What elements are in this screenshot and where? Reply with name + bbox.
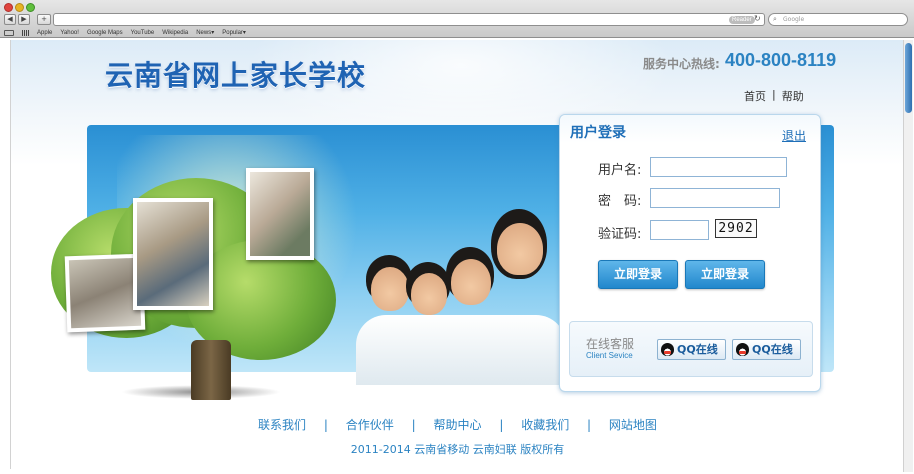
username-label: 用户名: xyxy=(598,163,642,178)
hotline-label: 服务中心热线: xyxy=(643,57,720,71)
zoom-window-icon[interactable] xyxy=(26,3,35,12)
search-field[interactable]: ⌕ Google xyxy=(768,13,908,26)
bookmark-news[interactable]: News▾ xyxy=(196,29,214,36)
scroll-thumb[interactable] xyxy=(905,43,912,113)
search-icon: ⌕ xyxy=(773,15,777,23)
hotline-number: 400-800-8119 xyxy=(725,50,837,70)
captcha-label: 验证码: xyxy=(598,227,642,242)
vertical-scrollbar[interactable] xyxy=(903,40,913,472)
password-field[interactable] xyxy=(650,188,780,208)
footer-separator: | xyxy=(499,418,504,432)
back-arrow-icon[interactable]: ◀ xyxy=(4,14,16,25)
footer-separator: | xyxy=(323,418,328,432)
forward-arrow-icon[interactable]: ▶ xyxy=(18,14,30,25)
footer-links: 联系我们 | 合作伙伴 | 帮助中心 | 收藏我们 | 网站地图 xyxy=(11,416,903,433)
copyright: 2011-2014 云南省移动 云南妇联 版权所有 xyxy=(350,443,565,456)
address-bar[interactable] xyxy=(53,13,765,26)
bookmark-apple[interactable]: Apple xyxy=(37,30,52,36)
password-label: 密 码: xyxy=(598,194,642,209)
qq-button-label: QQ在线 xyxy=(752,343,793,356)
family-photo-laptop xyxy=(246,168,314,260)
search-placeholder: Google xyxy=(783,16,805,23)
captcha-image[interactable]: 2902 xyxy=(715,219,757,238)
footer-link-partners[interactable]: 合作伙伴 xyxy=(346,418,394,432)
online-service-box: 在线客服 Client Sevice QQ在线 QQ在线 xyxy=(569,321,813,377)
footer-separator: | xyxy=(587,418,592,432)
login-panel: 用户登录 退出 用户名: 密 码: 验证码: 2902 立即登录 立即登录 在线… xyxy=(559,114,821,392)
bookmark-youtube[interactable]: YouTube xyxy=(131,30,155,36)
bookmark-google-maps[interactable]: Google Maps xyxy=(87,30,123,36)
family-photo-reading xyxy=(133,198,213,310)
login-button-secondary[interactable]: 立即登录 xyxy=(685,260,765,289)
reading-list-icon[interactable] xyxy=(4,29,14,36)
username-field[interactable] xyxy=(650,157,787,177)
children-photo xyxy=(351,205,566,385)
bookmark-wikipedia[interactable]: Wikipedia xyxy=(162,30,188,36)
nav-help-link[interactable]: 帮助 xyxy=(782,88,804,104)
reader-button[interactable]: Reader xyxy=(729,16,755,24)
qq-online-button[interactable]: QQ在线 xyxy=(657,339,726,360)
footer-link-sitemap[interactable]: 网站地图 xyxy=(609,418,657,432)
nav-separator: | xyxy=(772,88,776,101)
bookmark-popular[interactable]: Popular▾ xyxy=(222,29,246,36)
bookmarks-bar: Apple Yahoo! Google Maps YouTube Wikiped… xyxy=(4,28,246,37)
add-tab-icon[interactable]: + xyxy=(37,14,51,25)
service-title: 在线客服 xyxy=(586,337,635,351)
web-page: 云南省网上家长学校 服务中心热线: 400-800-8119 首页 | 帮助 用… xyxy=(10,40,903,469)
login-title: 用户登录 xyxy=(570,125,626,141)
site-title: 云南省网上家长学校 xyxy=(105,59,367,92)
reload-icon[interactable]: ↻ xyxy=(754,14,761,24)
service-subtitle: Client Sevice xyxy=(586,351,633,360)
qq-online-button[interactable]: QQ在线 xyxy=(732,339,801,360)
top-nav: 首页 | 帮助 xyxy=(744,88,804,104)
minimize-window-icon[interactable] xyxy=(15,3,24,12)
login-header: 用户登录 退出 xyxy=(560,115,820,143)
footer-link-contact[interactable]: 联系我们 xyxy=(258,418,306,432)
qq-button-label: QQ在线 xyxy=(677,343,718,356)
close-window-icon[interactable] xyxy=(4,3,13,12)
qq-penguin-icon xyxy=(736,343,749,356)
footer-link-help[interactable]: 帮助中心 xyxy=(433,418,481,432)
top-sites-icon[interactable] xyxy=(22,29,29,36)
footer-link-favorite[interactable]: 收藏我们 xyxy=(521,418,569,432)
nav-home-link[interactable]: 首页 xyxy=(744,88,766,104)
qq-penguin-icon xyxy=(661,343,674,356)
captcha-field[interactable] xyxy=(650,220,709,240)
bookmark-yahoo[interactable]: Yahoo! xyxy=(60,30,79,36)
tree-trunk xyxy=(191,340,231,400)
browser-toolbar: ◀ ▶ + Reader ↻ ⌕ Google Apple Yahoo! Goo… xyxy=(0,0,914,38)
logout-link[interactable]: 退出 xyxy=(782,127,806,144)
footer-separator: | xyxy=(411,418,416,432)
login-button[interactable]: 立即登录 xyxy=(598,260,678,289)
